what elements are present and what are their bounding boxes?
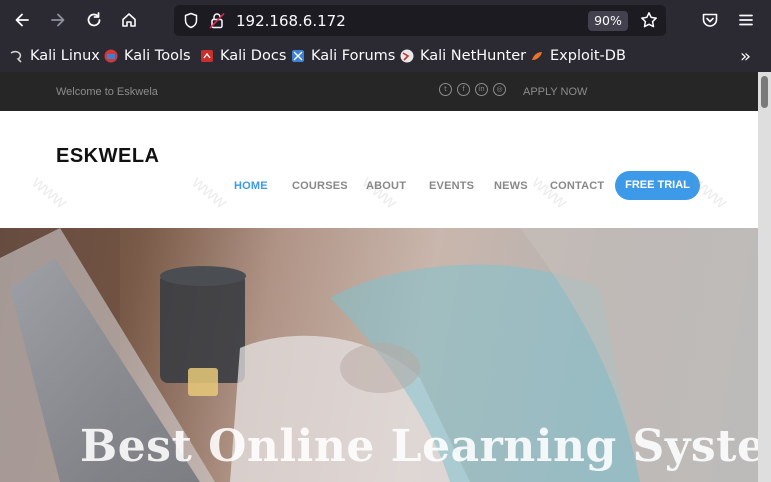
zoom-level[interactable]: 90% xyxy=(588,11,628,31)
bookmark-label: Kali Docs xyxy=(220,48,287,64)
kali-dragon-icon xyxy=(10,49,24,63)
exploit-db-icon xyxy=(530,49,544,63)
star-icon[interactable] xyxy=(640,11,658,33)
nav-courses[interactable]: COURSES xyxy=(292,180,348,192)
bookmark-label: Kali Tools xyxy=(124,48,191,64)
pocket-icon[interactable] xyxy=(697,8,723,32)
browser-toolbar: 192.168.6.172 90% xyxy=(0,0,771,40)
hero-title: Best Online Learning System xyxy=(80,421,758,472)
bookmark-label: Kali Linux xyxy=(30,48,100,64)
url-bar[interactable]: 192.168.6.172 90% xyxy=(174,5,666,36)
forward-arrow-icon[interactable] xyxy=(45,8,71,32)
bookmark-label: Kali NetHunter xyxy=(420,48,527,64)
site-header: ESKWELA HOME COURSES ABOUT EVENTS NEWS C… xyxy=(0,111,758,228)
bookmark-kali-forums[interactable]: Kali Forums xyxy=(291,45,395,67)
reload-icon[interactable] xyxy=(81,8,107,32)
menu-icon[interactable] xyxy=(733,8,759,32)
web-page: Welcome to Eskwela t f in ◎ APPLY NOW ES… xyxy=(0,72,758,482)
lock-insecure-icon[interactable] xyxy=(209,12,225,33)
url-text[interactable]: 192.168.6.172 xyxy=(236,12,346,30)
chevron-double-right-icon[interactable]: » xyxy=(740,46,751,67)
back-arrow-icon[interactable] xyxy=(9,8,35,32)
facebook-icon[interactable]: f xyxy=(457,83,470,96)
nav-about[interactable]: ABOUT xyxy=(366,180,406,192)
shield-icon[interactable] xyxy=(183,12,199,33)
apply-now-link[interactable]: APPLY NOW xyxy=(523,86,587,98)
page-scrollbar[interactable] xyxy=(758,72,771,482)
bookmark-kali-tools[interactable]: Kali Tools xyxy=(104,45,191,67)
bookmark-label: Kali Forums xyxy=(311,48,396,64)
site-topbar: Welcome to Eskwela t f in ◎ APPLY NOW xyxy=(0,72,758,111)
bookmark-exploit-db[interactable]: Exploit-DB xyxy=(530,45,626,67)
bookmarks-bar: Kali Linux Kali Tools Kali Docs Kali For… xyxy=(0,40,771,72)
hero-banner: Best Online Learning System xyxy=(0,228,758,482)
nav-events[interactable]: EVENTS xyxy=(429,180,474,192)
nav-home[interactable]: HOME xyxy=(234,180,268,192)
kali-nethunter-icon xyxy=(400,49,414,63)
kali-forums-icon xyxy=(291,49,305,63)
scrollbar-thumb[interactable] xyxy=(761,76,768,108)
nav-news[interactable]: NEWS xyxy=(494,180,528,192)
bookmark-kali-linux[interactable]: Kali Linux xyxy=(10,45,100,67)
twitter-icon[interactable]: t xyxy=(439,83,452,96)
free-trial-button[interactable]: FREE TRIAL xyxy=(615,171,700,200)
home-icon[interactable] xyxy=(116,8,142,32)
site-logo[interactable]: ESKWELA xyxy=(56,145,160,168)
welcome-text: Welcome to Eskwela xyxy=(56,86,158,98)
linkedin-icon[interactable]: in xyxy=(475,83,488,96)
kali-docs-icon xyxy=(200,49,214,63)
dribbble-icon[interactable]: ◎ xyxy=(493,83,506,96)
bookmark-label: Exploit-DB xyxy=(550,48,626,64)
kali-tools-icon xyxy=(104,49,118,63)
bookmark-kali-nethunter[interactable]: Kali NetHunter xyxy=(400,45,526,67)
bookmark-kali-docs[interactable]: Kali Docs xyxy=(200,45,286,67)
nav-contact[interactable]: CONTACT xyxy=(550,180,604,192)
